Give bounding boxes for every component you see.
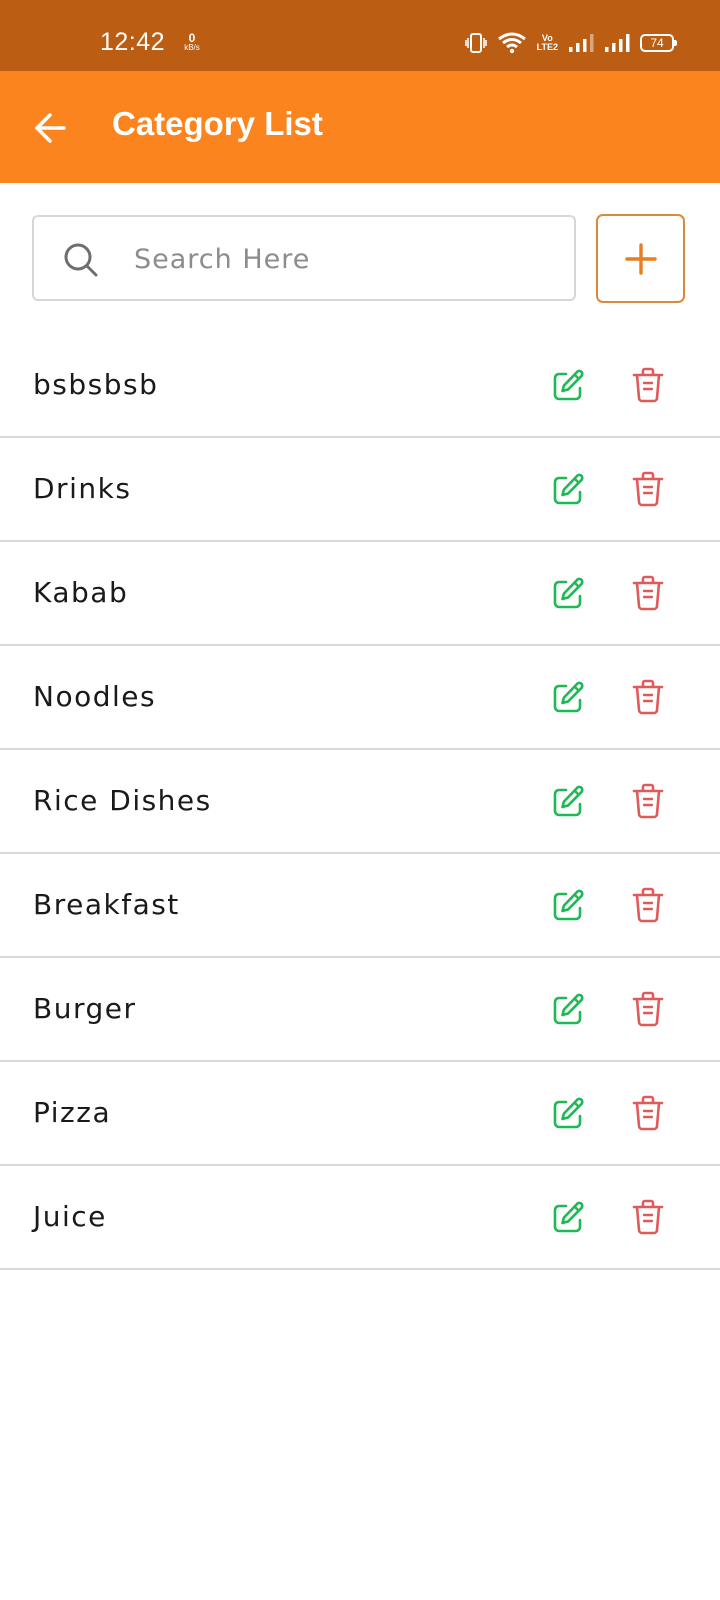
network-speed-unit: kB/s: [184, 43, 200, 52]
category-list: bsbsbsb Drinks Kabab Noodles Rice Dishes…: [0, 334, 720, 1270]
trash-icon[interactable]: [631, 1198, 665, 1236]
category-name: Kabab: [33, 576, 129, 609]
app-bar: Category List: [0, 71, 720, 183]
category-name: Breakfast: [33, 888, 180, 921]
category-name: Pizza: [33, 1096, 112, 1129]
search-icon: [64, 243, 98, 277]
page-title: Category List: [112, 105, 323, 142]
search-input[interactable]: [134, 237, 554, 281]
edit-icon[interactable]: [550, 784, 586, 820]
category-name: Noodles: [33, 680, 157, 713]
edit-icon[interactable]: [550, 576, 586, 612]
trash-icon[interactable]: [631, 470, 665, 508]
edit-icon[interactable]: [550, 1096, 586, 1132]
network-speed-value: 0: [188, 31, 196, 45]
category-row: Breakfast: [0, 854, 720, 958]
category-name: Drinks: [33, 472, 132, 505]
trash-icon[interactable]: [631, 782, 665, 820]
wifi-icon: [497, 32, 526, 54]
category-row: Burger: [0, 958, 720, 1062]
category-row: Drinks: [0, 438, 720, 542]
category-name: Rice Dishes: [33, 784, 212, 817]
trash-icon[interactable]: [631, 678, 665, 716]
category-row: Noodles: [0, 646, 720, 750]
battery-icon: 74: [640, 34, 677, 52]
trash-icon[interactable]: [631, 1094, 665, 1132]
signal-icon: [605, 34, 630, 52]
back-button[interactable]: [30, 107, 72, 149]
category-row: Rice Dishes: [0, 750, 720, 854]
arrow-left-icon: [35, 113, 66, 143]
category-row: Pizza: [0, 1062, 720, 1166]
search-box[interactable]: [32, 215, 576, 301]
edit-icon[interactable]: [550, 992, 586, 1028]
edit-icon[interactable]: [550, 472, 586, 508]
network-speed: 0 kB/s: [180, 31, 204, 53]
signal-icon: [569, 34, 594, 52]
category-row: bsbsbsb: [0, 334, 720, 438]
vibrate-icon: [464, 33, 487, 53]
edit-icon[interactable]: [550, 368, 586, 404]
trash-icon[interactable]: [631, 574, 665, 612]
trash-icon[interactable]: [631, 886, 665, 924]
edit-icon[interactable]: [550, 888, 586, 924]
trash-icon[interactable]: [631, 366, 665, 404]
edit-icon[interactable]: [550, 680, 586, 716]
volte-icon: Vo LTE2: [536, 33, 558, 52]
status-icons: Vo LTE2 74: [464, 32, 677, 54]
category-name: Juice: [33, 1200, 107, 1233]
category-name: Burger: [33, 992, 137, 1025]
status-bar: 12:42 0 kB/s Vo LTE2 74: [0, 0, 720, 71]
category-row: Kabab: [0, 542, 720, 646]
plus-icon: [625, 243, 657, 275]
add-category-button[interactable]: [596, 214, 685, 303]
status-time: 12:42: [100, 28, 166, 56]
edit-icon[interactable]: [550, 1200, 586, 1236]
category-row: Juice: [0, 1166, 720, 1270]
category-name: bsbsbsb: [33, 368, 159, 401]
trash-icon[interactable]: [631, 990, 665, 1028]
